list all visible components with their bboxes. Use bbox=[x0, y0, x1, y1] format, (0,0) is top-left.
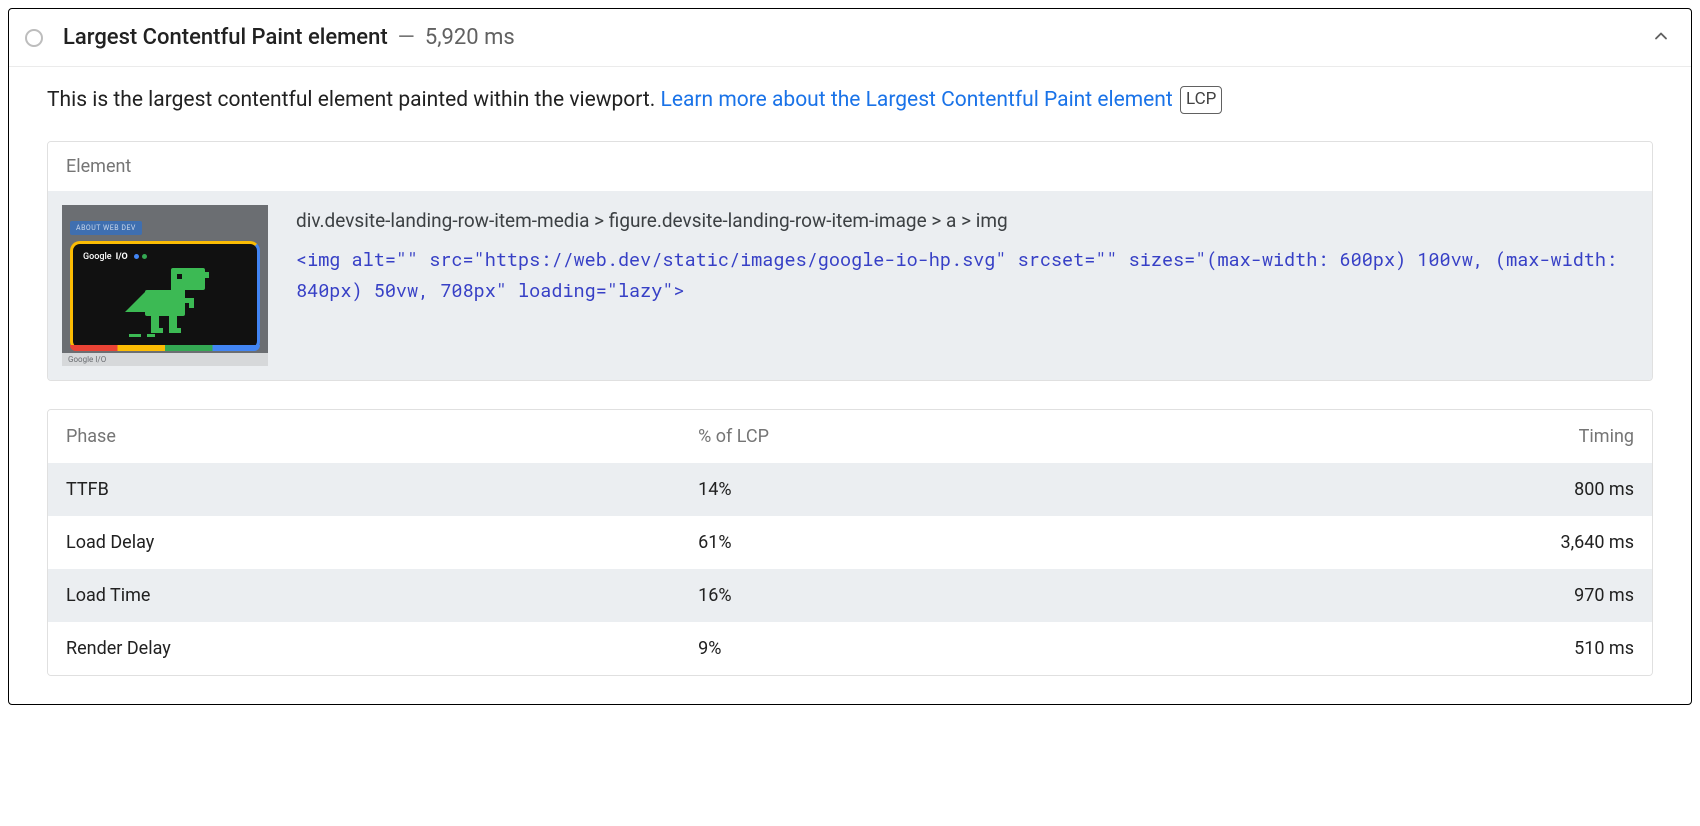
phase-breakdown-table: Phase % of LCP Timing TTFB 14% 800 ms Lo… bbox=[47, 409, 1653, 676]
audit-title: Largest Contentful Paint element bbox=[63, 25, 388, 50]
phase-cell: Load Time bbox=[48, 569, 680, 622]
timing-cell: 800 ms bbox=[1160, 463, 1652, 516]
learn-more-link[interactable]: Learn more about the Largest Contentful … bbox=[661, 88, 1173, 112]
pct-cell: 9% bbox=[680, 622, 1160, 675]
timing-cell: 970 ms bbox=[1160, 569, 1652, 622]
column-header-phase: Phase bbox=[48, 410, 680, 463]
timing-cell: 510 ms bbox=[1160, 622, 1652, 675]
element-card: Element ABOUT WEB DEV Google I/O bbox=[47, 141, 1653, 381]
pct-cell: 14% bbox=[680, 463, 1160, 516]
element-thumbnail: ABOUT WEB DEV Google I/O bbox=[62, 205, 268, 366]
column-header-timing: Timing bbox=[1160, 410, 1652, 463]
audit-body: This is the largest contentful element p… bbox=[9, 67, 1691, 704]
lcp-badge: LCP bbox=[1180, 86, 1222, 114]
table-header-row: Phase % of LCP Timing bbox=[48, 410, 1652, 463]
element-card-body: ABOUT WEB DEV Google I/O bbox=[48, 191, 1652, 380]
element-card-header: Element bbox=[48, 142, 1652, 191]
thumbnail-caption: Google I/O bbox=[62, 353, 268, 366]
code-snippet: <img alt="" src="https://web.dev/static/… bbox=[296, 245, 1634, 308]
column-header-pct: % of LCP bbox=[680, 410, 1160, 463]
thumbnail-button-label: ABOUT WEB DEV bbox=[70, 221, 142, 235]
selector-path: div.devsite-landing-row-item-media > fig… bbox=[296, 205, 1634, 237]
chevron-up-icon[interactable] bbox=[1651, 26, 1671, 50]
pct-cell: 61% bbox=[680, 516, 1160, 569]
audit-header[interactable]: Largest Contentful Paint element — 5,920… bbox=[9, 9, 1691, 67]
audit-description: This is the largest contentful element p… bbox=[47, 85, 1653, 117]
timing-cell: 3,640 ms bbox=[1160, 516, 1652, 569]
dash-separator: — bbox=[398, 25, 415, 50]
table-row: Load Time 16% 970 ms bbox=[48, 569, 1652, 622]
description-text: This is the largest contentful element p… bbox=[47, 88, 661, 112]
pct-cell: 16% bbox=[680, 569, 1160, 622]
thumbnail-caption-left: Google I/O bbox=[68, 355, 106, 364]
thumbnail-brand: Google bbox=[83, 252, 112, 262]
lcp-audit-panel: Largest Contentful Paint element — 5,920… bbox=[8, 8, 1692, 705]
status-circle-icon bbox=[25, 29, 43, 47]
thumbnail-io: I/O bbox=[116, 252, 128, 262]
thumbnail-card: Google I/O bbox=[70, 241, 260, 351]
table-row: TTFB 14% 800 ms bbox=[48, 463, 1652, 516]
audit-timing: 5,920 ms bbox=[425, 25, 515, 50]
dinosaur-icon bbox=[115, 268, 215, 340]
table-row: Load Delay 61% 3,640 ms bbox=[48, 516, 1652, 569]
io-dots-icon bbox=[134, 254, 147, 259]
phase-cell: Load Delay bbox=[48, 516, 680, 569]
phase-cell: TTFB bbox=[48, 463, 680, 516]
table-row: Render Delay 9% 510 ms bbox=[48, 622, 1652, 675]
element-text: div.devsite-landing-row-item-media > fig… bbox=[296, 205, 1634, 308]
phase-cell: Render Delay bbox=[48, 622, 680, 675]
